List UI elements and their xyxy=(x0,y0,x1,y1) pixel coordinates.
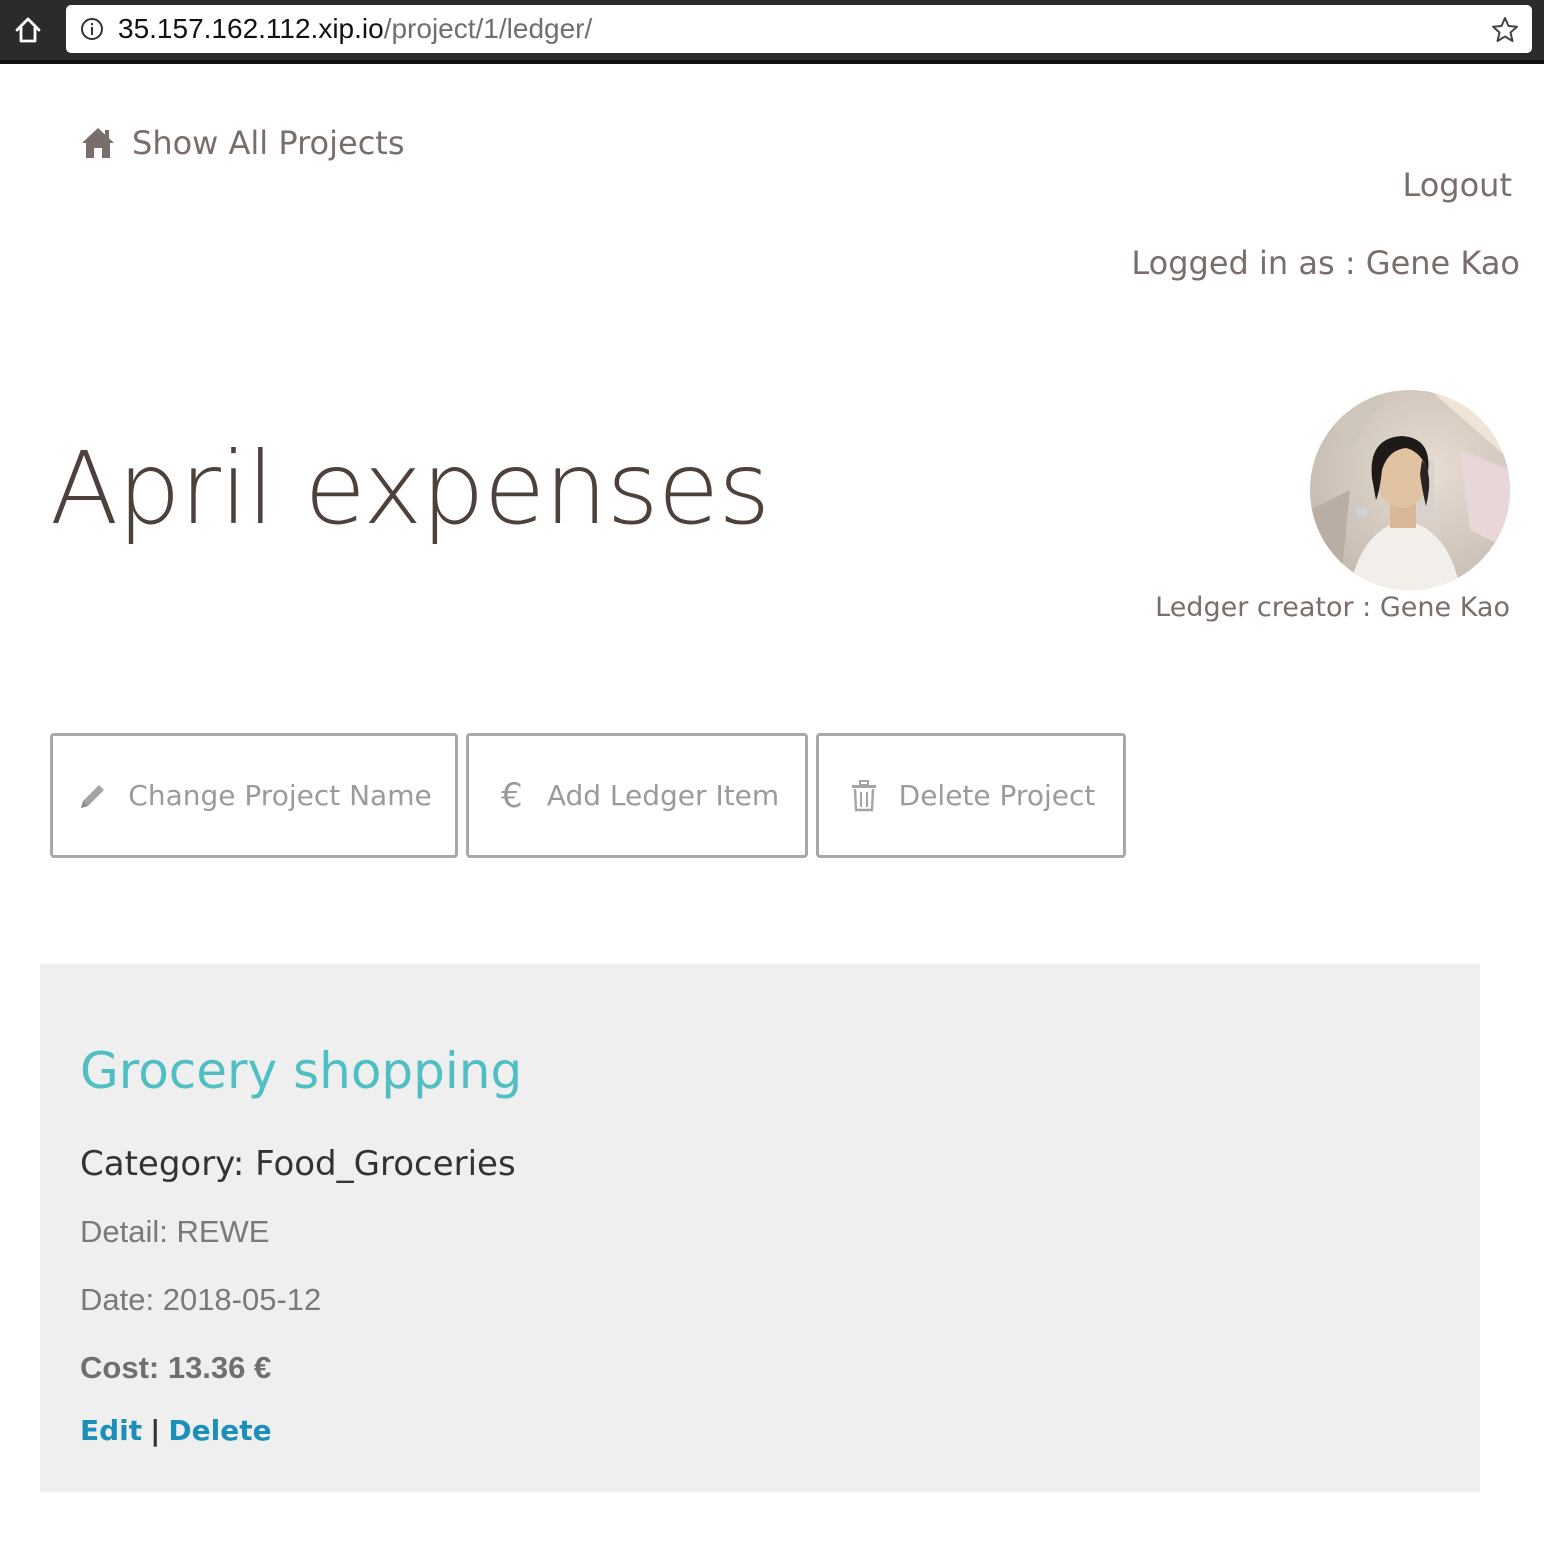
ledger-item-actions: Edit | Delete xyxy=(80,1414,272,1447)
page-title: April expenses xyxy=(50,430,770,547)
url-path: /project/1/ledger/ xyxy=(383,13,593,44)
avatar xyxy=(1310,390,1510,590)
house-icon xyxy=(82,128,114,158)
home-icon xyxy=(15,17,41,43)
ledger-item-title[interactable]: Grocery shopping xyxy=(80,1042,522,1100)
edit-link[interactable]: Edit xyxy=(80,1414,142,1447)
add-ledger-item-button[interactable]: € Add Ledger Item xyxy=(466,733,808,858)
euro-icon: € xyxy=(500,775,523,816)
browser-toolbar: 35.157.162.112.xip.io/project/1/ledger/ xyxy=(0,0,1544,64)
delete-project-label: Delete Project xyxy=(898,779,1096,812)
show-all-projects-label: Show All Projects xyxy=(132,124,405,162)
delete-project-button[interactable]: Delete Project xyxy=(816,733,1126,858)
browser-home-button[interactable] xyxy=(10,12,46,48)
logout-link[interactable]: Logout xyxy=(1402,166,1512,204)
change-project-name-button[interactable]: Change Project Name xyxy=(50,733,458,858)
url-host: 35.157.162.112.xip.io xyxy=(118,13,384,44)
logged-in-status: Logged in as : Gene Kao xyxy=(1131,244,1520,282)
trash-icon xyxy=(847,779,881,813)
add-ledger-item-label: Add Ledger Item xyxy=(546,779,780,812)
show-all-projects-link[interactable]: Show All Projects xyxy=(80,124,405,162)
pencil-icon xyxy=(76,779,110,813)
ledger-item-date: Date: 2018-05-12 xyxy=(80,1282,322,1317)
ledger-item-detail: Detail: REWE xyxy=(80,1214,270,1249)
action-separator: | xyxy=(150,1414,161,1447)
ledger-item-category: Category: Food_Groceries xyxy=(80,1144,516,1184)
address-bar[interactable]: 35.157.162.112.xip.io/project/1/ledger/ xyxy=(66,5,1532,53)
change-project-name-label: Change Project Name xyxy=(128,779,432,812)
info-icon[interactable] xyxy=(80,17,104,41)
ledger-item-card: Grocery shopping Category: Food_Grocerie… xyxy=(40,964,1480,1492)
delete-link[interactable]: Delete xyxy=(168,1414,271,1447)
url-text: 35.157.162.112.xip.io/project/1/ledger/ xyxy=(118,13,592,45)
star-icon[interactable] xyxy=(1490,15,1520,45)
ledger-item-cost: Cost: 13.36 € xyxy=(80,1350,272,1385)
ledger-creator: Ledger creator : Gene Kao xyxy=(1155,592,1510,623)
